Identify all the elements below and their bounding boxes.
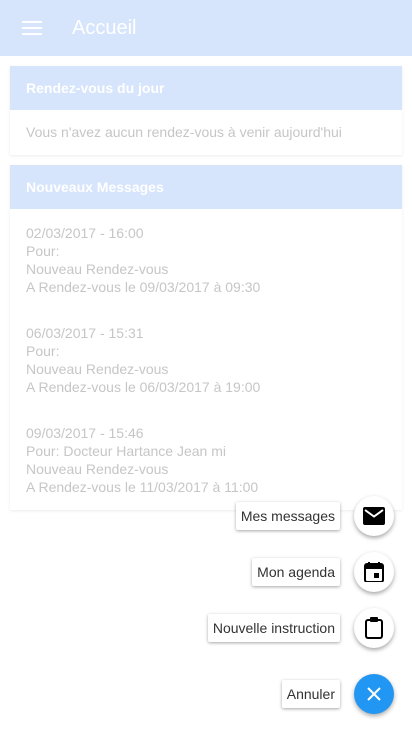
menu-icon	[22, 21, 42, 35]
messages-card-title: Nouveaux Messages	[10, 165, 402, 209]
message-item[interactable]: 09/03/2017 - 15:46 Pour: Docteur Hartanc…	[10, 396, 402, 496]
message-date: 06/03/2017 - 15:31	[26, 325, 144, 341]
fab-action-agenda: Mon agenda	[252, 552, 394, 592]
app-screen: Accueil Rendez-vous du jour Vous n'avez …	[0, 0, 412, 732]
message-item[interactable]: 02/03/2017 - 16:00 Pour: Nouveau Rendez-…	[10, 209, 402, 296]
agenda-button[interactable]	[354, 552, 394, 592]
messages-card: Nouveaux Messages 02/03/2017 - 16:00 Pou…	[10, 165, 402, 510]
message-recipient: Pour:	[26, 243, 60, 259]
message-date: 02/03/2017 - 16:00	[26, 225, 144, 241]
fab-action-instruction: Nouvelle instruction	[207, 608, 394, 648]
message-body: A Rendez-vous le 11/03/2017 à 11:00	[26, 479, 259, 495]
page-title: Accueil	[72, 16, 137, 39]
appointments-card-title: Rendez-vous du jour	[10, 66, 402, 110]
mail-icon	[363, 507, 385, 525]
close-icon	[367, 687, 381, 701]
menu-button[interactable]	[20, 16, 44, 40]
message-subject: Nouveau Rendez-vous	[26, 461, 169, 477]
messages-button[interactable]	[354, 496, 394, 536]
fab-action-cancel: Annuler	[281, 674, 394, 714]
message-item[interactable]: 06/03/2017 - 15:31 Pour: Nouveau Rendez-…	[10, 296, 402, 396]
instruction-button[interactable]	[354, 608, 394, 648]
message-body: A Rendez-vous le 09/03/2017 à 09:30	[26, 279, 261, 295]
message-recipient: Pour: Docteur Hartance Jean mi	[26, 443, 226, 459]
instruction-label[interactable]: Nouvelle instruction	[207, 614, 340, 642]
message-subject: Nouveau Rendez-vous	[26, 361, 169, 377]
appointments-card: Rendez-vous du jour Vous n'avez aucun re…	[10, 66, 402, 155]
message-date: 09/03/2017 - 15:46	[26, 425, 144, 441]
calendar-icon	[364, 562, 384, 582]
cancel-fab-button[interactable]	[354, 674, 394, 714]
message-recipient: Pour:	[26, 343, 60, 359]
agenda-label[interactable]: Mon agenda	[252, 558, 340, 586]
clipboard-icon	[365, 617, 383, 639]
message-subject: Nouveau Rendez-vous	[26, 261, 169, 277]
messages-label[interactable]: Mes messages	[235, 502, 340, 530]
app-bar: Accueil	[0, 0, 412, 56]
cancel-label[interactable]: Annuler	[281, 680, 340, 708]
fab-action-messages: Mes messages	[235, 496, 394, 536]
appointments-empty-text: Vous n'avez aucun rendez-vous à venir au…	[26, 124, 342, 140]
message-body: A Rendez-vous le 06/03/2017 à 19:00	[26, 379, 261, 395]
